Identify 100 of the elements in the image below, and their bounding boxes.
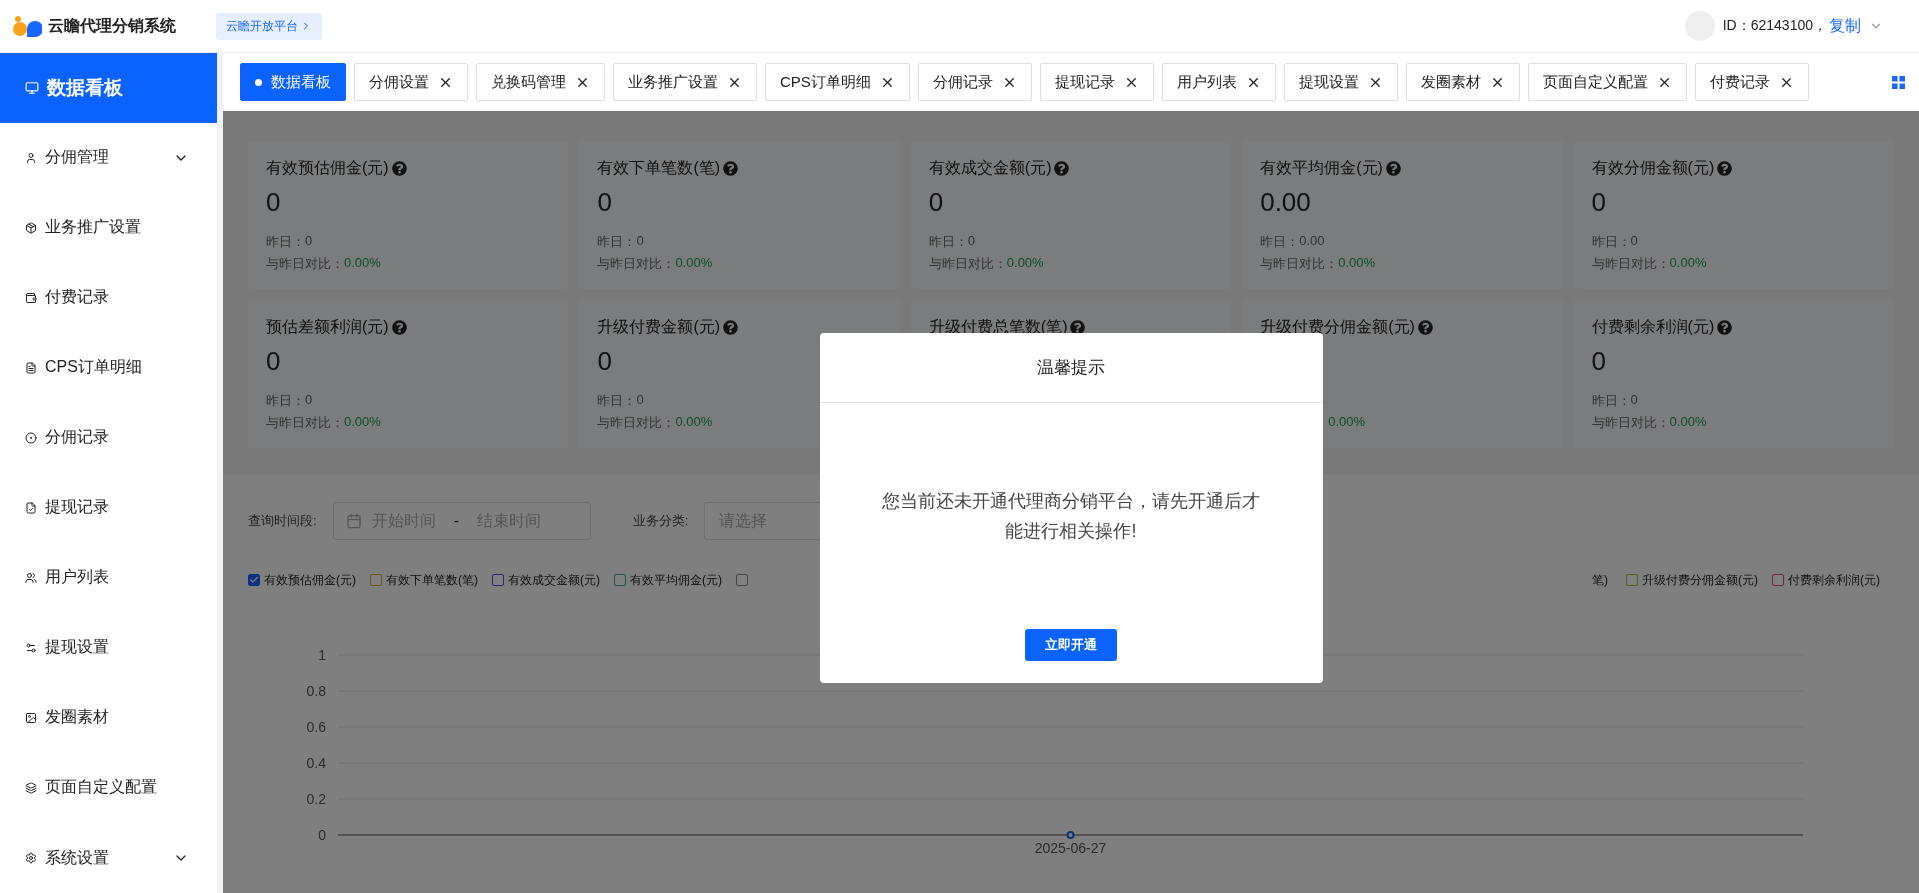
tab[interactable]: CPS订单明细 bbox=[765, 63, 910, 101]
tab[interactable]: 分佣记录 bbox=[917, 63, 1032, 101]
package-icon bbox=[25, 221, 37, 234]
legend-checkbox[interactable] bbox=[1626, 574, 1638, 586]
stat-title: 有效成交金额(元) bbox=[928, 158, 1052, 178]
yesterday-value: 0 bbox=[305, 392, 313, 408]
dialog-title: 温馨提示 bbox=[819, 333, 1323, 403]
grid-icon[interactable] bbox=[1892, 75, 1905, 89]
stat-value: 0 bbox=[597, 187, 612, 217]
tab[interactable]: 付费记录 bbox=[1694, 63, 1809, 101]
layers-icon bbox=[25, 782, 37, 794]
yesterday-label: 昨日： bbox=[1260, 233, 1300, 249]
y-tick-label: 0.6 bbox=[306, 719, 326, 735]
filter-label: 业务分类: bbox=[632, 512, 689, 530]
yesterday-value: 0.00 bbox=[1299, 233, 1325, 249]
stat-value: 0.00 bbox=[1260, 187, 1311, 217]
stat-value: 0 bbox=[1591, 187, 1607, 217]
compare-label: 与昨日对比： bbox=[1591, 255, 1670, 271]
wallet-icon bbox=[25, 291, 37, 304]
compare-label: 与昨日对比： bbox=[266, 255, 344, 271]
activate-button[interactable]: 立即开通 bbox=[1025, 629, 1117, 661]
compare-label: 与昨日对比： bbox=[597, 255, 676, 271]
circle-dot-icon bbox=[25, 431, 37, 444]
stat-title: 有效分佣金额(元) bbox=[1591, 158, 1715, 178]
yesterday-label: 昨日： bbox=[266, 392, 305, 408]
stat-title: 预估差额利润(元) bbox=[266, 317, 389, 337]
platform-link[interactable]: 云瞻开放平台 bbox=[216, 12, 322, 40]
yesterday-label: 昨日： bbox=[1591, 233, 1631, 249]
yesterday-label: 昨日： bbox=[928, 233, 968, 249]
yesterday-label: 昨日： bbox=[597, 233, 637, 249]
legend-label: 有效预估佣金(元) bbox=[264, 571, 356, 589]
legend-checkbox[interactable] bbox=[248, 574, 260, 586]
stat-value: 0 bbox=[928, 187, 944, 217]
tab[interactable]: 提现设置 bbox=[1283, 63, 1398, 101]
app-title: 云瞻代理分销系统 bbox=[48, 15, 176, 36]
y-tick-label: 0.2 bbox=[306, 791, 326, 807]
legend-checkbox[interactable] bbox=[1772, 574, 1784, 586]
tab[interactable]: 分佣设置 bbox=[354, 63, 468, 101]
yesterday-label: 昨日： bbox=[1591, 392, 1631, 408]
yesterday-value: 0 bbox=[636, 392, 644, 408]
compare-label: 与昨日对比： bbox=[928, 255, 1007, 271]
tab[interactable]: 兑换码管理 bbox=[476, 63, 605, 101]
yesterday-value: 0 bbox=[1630, 233, 1638, 249]
stat-title: 有效平均佣金(元) bbox=[1260, 158, 1383, 178]
yesterday-label: 昨日： bbox=[266, 233, 305, 249]
user-icon bbox=[25, 151, 37, 164]
compare-value: 0.00% bbox=[1006, 255, 1044, 271]
dialog-message: 您当前还未开通代理商分销平台，请先开通后才能进行相关操作! bbox=[881, 490, 1261, 543]
stat-value: 0 bbox=[266, 187, 281, 217]
legend-label: 有效平均佣金(元) bbox=[630, 571, 722, 589]
compare-value: 0.00% bbox=[675, 255, 713, 271]
settings-icon bbox=[25, 852, 37, 865]
legend-label: 笔) bbox=[1592, 571, 1608, 589]
tab[interactable]: 用户列表 bbox=[1161, 63, 1276, 101]
stat-title: 升级付费金额(元) bbox=[597, 317, 721, 337]
document-icon bbox=[25, 361, 37, 374]
stat-value: 0 bbox=[266, 346, 281, 376]
y-tick-label: 0 bbox=[318, 827, 326, 843]
settings-icon bbox=[25, 641, 37, 654]
y-tick-label: 0.4 bbox=[306, 755, 326, 771]
legend-label: 升级付费分佣金额(元) bbox=[1642, 571, 1758, 589]
legend-label: 付费剩余利润(元) bbox=[1788, 571, 1880, 589]
yesterday-value: 0 bbox=[636, 233, 644, 249]
compare-value: 0.00% bbox=[344, 414, 381, 430]
y-tick-label: 1 bbox=[318, 647, 326, 663]
sidebar-item[interactable]: 数据看板 bbox=[0, 53, 217, 123]
stat-title: 付费剩余利润(元) bbox=[1591, 317, 1715, 337]
users-icon bbox=[25, 571, 37, 584]
yesterday-value: 0 bbox=[305, 233, 313, 249]
compare-label: 与昨日对比： bbox=[1591, 414, 1670, 430]
legend-checkbox[interactable] bbox=[736, 574, 748, 586]
compare-value: 0.00% bbox=[1328, 414, 1366, 430]
copy-link[interactable]: 复制 bbox=[1829, 15, 1861, 37]
yesterday-label: 昨日： bbox=[597, 392, 637, 408]
legend-checkbox[interactable] bbox=[492, 574, 504, 586]
data-point bbox=[1066, 831, 1075, 839]
stat-title: 有效下单笔数(笔) bbox=[597, 158, 721, 178]
tab[interactable]: 页面自定义配置 bbox=[1527, 63, 1687, 101]
legend-label: 有效成交金额(元) bbox=[508, 571, 600, 589]
compare-value: 0.00% bbox=[1669, 414, 1707, 430]
tab[interactable]: 提现记录 bbox=[1039, 63, 1154, 101]
y-tick-label: 0.8 bbox=[306, 683, 326, 699]
tab[interactable]: 数据看板 bbox=[240, 63, 346, 101]
compare-value: 0.00% bbox=[675, 414, 713, 430]
compare-label: 与昨日对比： bbox=[266, 414, 344, 430]
legend-checkbox[interactable] bbox=[614, 574, 626, 586]
tab[interactable]: 发圈素材 bbox=[1405, 63, 1520, 101]
yesterday-value: 0 bbox=[967, 233, 976, 249]
tab[interactable]: 业务推广设置 bbox=[613, 63, 757, 101]
compare-value: 0.00% bbox=[1338, 255, 1376, 271]
compare-value: 0.00% bbox=[1669, 255, 1707, 271]
stat-value: 0 bbox=[597, 346, 612, 376]
stat-value: 0 bbox=[1591, 346, 1607, 376]
legend-label: 有效下单笔数(笔) bbox=[386, 571, 478, 589]
logo-icon bbox=[12, 15, 42, 37]
legend-checkbox[interactable] bbox=[370, 574, 382, 586]
compare-label: 与昨日对比： bbox=[1260, 255, 1339, 271]
stat-title: 有效预估佣金(元) bbox=[266, 158, 389, 178]
x-tick-label: 2025-06-27 bbox=[1034, 840, 1107, 856]
compare-label: 与昨日对比： bbox=[597, 414, 676, 430]
